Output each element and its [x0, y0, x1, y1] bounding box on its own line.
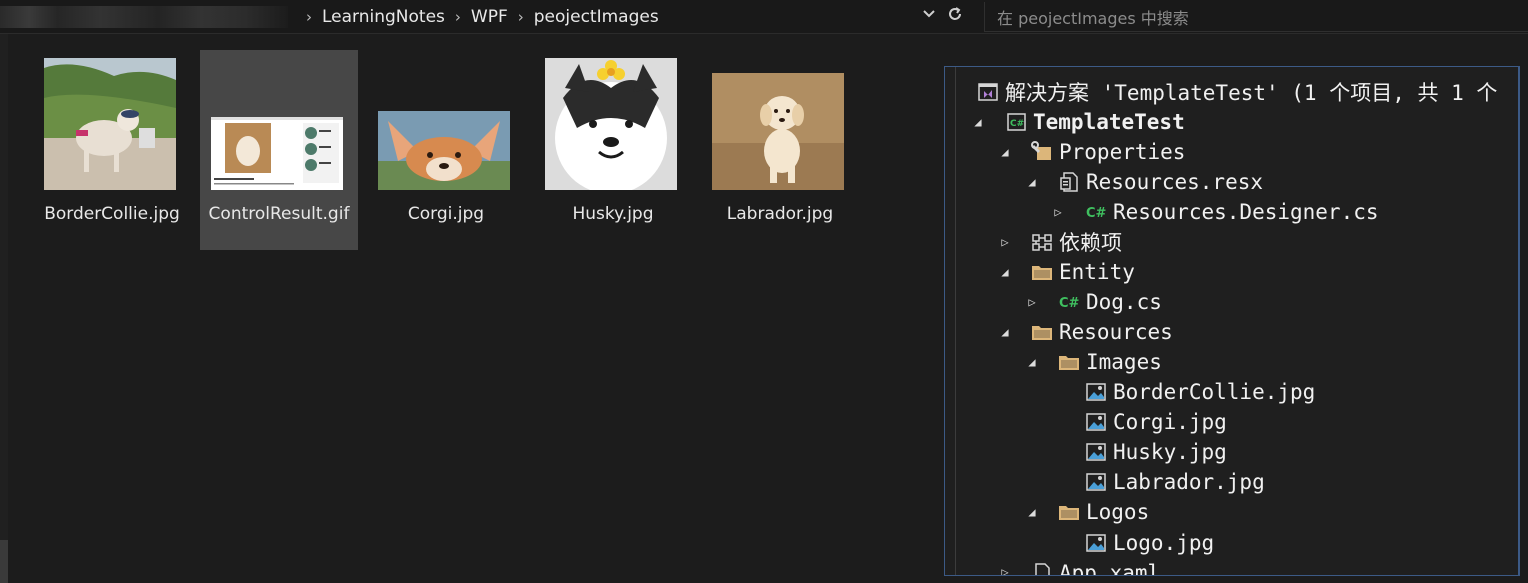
- expand-arrow-icon[interactable]: ▷: [1051, 205, 1065, 219]
- image-file-icon: [1086, 534, 1106, 552]
- tree-node-resources[interactable]: Resources: [1031, 317, 1173, 347]
- csharp-project-icon: C#: [1007, 113, 1026, 131]
- file-item-bordercollie[interactable]: BorderCollie.jpg: [33, 50, 191, 250]
- tree-node-templatetest[interactable]: C# TemplateTest: [1005, 107, 1185, 137]
- collapse-arrow-icon[interactable]: ◢: [998, 265, 1012, 279]
- breadcrumb: › LearningNotes › WPF › peojectImages: [296, 0, 659, 33]
- corgi-thumbnail: [378, 111, 510, 190]
- tree-node-app-xaml[interactable]: App.xaml: [1031, 558, 1161, 576]
- address-controls: [922, 5, 964, 23]
- chevron-right-icon[interactable]: ›: [518, 8, 524, 26]
- expand-arrow-icon[interactable]: ▷: [1025, 295, 1039, 309]
- file-item-labrador[interactable]: Labrador.jpg: [701, 50, 859, 250]
- file-name: Husky.jpg: [572, 204, 654, 224]
- file-name: Corgi.jpg: [407, 204, 485, 224]
- navigation-pane-edge: [0, 34, 8, 583]
- folder-icon: [1032, 266, 1052, 280]
- chevron-right-icon[interactable]: ›: [306, 8, 312, 26]
- tree-node-dog-cs[interactable]: C# Dog.cs: [1058, 287, 1162, 317]
- file-name: ControlResult.gif: [208, 204, 350, 224]
- csharp-file-icon: C#: [1086, 206, 1107, 221]
- tree-node-label: Logos: [1086, 500, 1150, 524]
- csharp-file-icon: C#: [1059, 296, 1080, 311]
- tree-node-label: Dog.cs: [1086, 290, 1162, 314]
- tree-node-bordercollie[interactable]: BorderCollie.jpg: [1085, 377, 1315, 407]
- chevron-down-icon[interactable]: [922, 7, 936, 21]
- image-file-icon: [1086, 473, 1106, 491]
- solution-explorer: 解决方案 'TemplateTest' (1 个项目, 共 1 个 ◢ C# T…: [944, 66, 1520, 576]
- breadcrumb-learningnotes[interactable]: LearningNotes: [322, 7, 445, 27]
- tree-node-label: Corgi.jpg: [1113, 410, 1227, 434]
- image-file-icon: [1086, 413, 1106, 431]
- redacted-path: [0, 6, 288, 28]
- tree-node-logo[interactable]: Logo.jpg: [1085, 528, 1214, 558]
- folder-icon: [1032, 326, 1052, 340]
- tree-node-resources-designer[interactable]: C# Resources.Designer.cs: [1085, 197, 1379, 227]
- collapse-arrow-icon[interactable]: ◢: [1025, 355, 1039, 369]
- file-item-controlresult[interactable]: ControlResult.gif: [200, 50, 358, 250]
- solution-icon: [978, 83, 998, 101]
- address-bar: › LearningNotes › WPF › peojectImages: [0, 0, 1528, 34]
- border-collie-thumbnail: [44, 58, 176, 190]
- tree-node-label: Resources.resx: [1086, 170, 1264, 194]
- tree-node-logos[interactable]: Logos: [1058, 497, 1149, 527]
- tree-node-label: Images: [1086, 350, 1162, 374]
- husky-thumbnail: [545, 58, 677, 190]
- tree-node-label: Resources.Designer.cs: [1113, 200, 1379, 224]
- image-file-icon: [1086, 443, 1106, 461]
- breadcrumb-peojectimages[interactable]: peojectImages: [534, 7, 659, 27]
- tree-node-husky[interactable]: Husky.jpg: [1085, 437, 1227, 467]
- tree-node-resources-resx[interactable]: Resources.resx: [1058, 167, 1263, 197]
- scrollbar-thumb[interactable]: [0, 540, 8, 583]
- collapse-arrow-icon[interactable]: ◢: [998, 145, 1012, 159]
- file-item-corgi[interactable]: Corgi.jpg: [367, 50, 525, 250]
- tree-node-label: Husky.jpg: [1113, 440, 1227, 464]
- resx-file-icon: [1060, 172, 1078, 192]
- image-file-icon: [1086, 383, 1106, 401]
- collapse-arrow-icon[interactable]: ◢: [1025, 175, 1039, 189]
- tree-node-label: BorderCollie.jpg: [1113, 380, 1316, 404]
- tree-node-corgi[interactable]: Corgi.jpg: [1085, 407, 1227, 437]
- tree-node-label: Logo.jpg: [1113, 531, 1215, 555]
- tree-guide-line: [955, 67, 956, 575]
- control-result-thumbnail: [211, 117, 343, 190]
- tree-node-images[interactable]: Images: [1058, 347, 1162, 377]
- expand-arrow-icon[interactable]: ▷: [998, 565, 1012, 575]
- tree-node-label: Resources: [1059, 320, 1173, 344]
- tree-node-entity[interactable]: Entity: [1031, 257, 1135, 287]
- svg-text:C#: C#: [1086, 206, 1107, 221]
- properties-icon: [1031, 141, 1051, 160]
- dependencies-icon: [1032, 234, 1052, 251]
- collapse-arrow-icon[interactable]: ◢: [1025, 505, 1039, 519]
- chevron-right-icon[interactable]: ›: [455, 8, 461, 26]
- collapse-arrow-icon[interactable]: ◢: [971, 115, 985, 129]
- tree-node-label: TemplateTest: [1033, 110, 1185, 134]
- tree-node-label: App.xaml: [1059, 561, 1161, 576]
- file-item-husky[interactable]: Husky.jpg: [534, 50, 692, 250]
- svg-text:C#: C#: [1010, 119, 1024, 129]
- tree-node-label: Properties: [1059, 140, 1186, 164]
- tree-node-labrador[interactable]: Labrador.jpg: [1085, 467, 1265, 497]
- file-name: Labrador.jpg: [726, 204, 834, 224]
- folder-icon: [1059, 356, 1079, 370]
- collapse-arrow-icon[interactable]: ◢: [998, 325, 1012, 339]
- labrador-thumbnail: [712, 73, 844, 190]
- tree-node-label: Labrador.jpg: [1113, 470, 1265, 494]
- solution-node[interactable]: 解决方案 'TemplateTest' (1 个项目, 共 1 个: [977, 77, 1497, 107]
- tree-node-label: Entity: [1059, 260, 1135, 284]
- svg-text:C#: C#: [1059, 296, 1080, 311]
- file-name: BorderCollie.jpg: [44, 204, 180, 224]
- tree-node-properties[interactable]: Properties: [1031, 137, 1185, 167]
- search-input[interactable]: [995, 6, 1519, 30]
- xaml-file-icon: [1035, 563, 1050, 575]
- expand-arrow-icon[interactable]: ▷: [998, 235, 1012, 249]
- solution-label: 解决方案 'TemplateTest' (1 个项目, 共 1 个: [1005, 81, 1498, 105]
- folder-icon: [1059, 506, 1079, 520]
- tree-node-dependencies[interactable]: 依赖项: [1031, 227, 1122, 257]
- breadcrumb-wpf[interactable]: WPF: [471, 7, 508, 27]
- refresh-icon[interactable]: [946, 5, 964, 23]
- tree-node-label: 依赖项: [1059, 231, 1122, 255]
- search-box: [984, 2, 1528, 32]
